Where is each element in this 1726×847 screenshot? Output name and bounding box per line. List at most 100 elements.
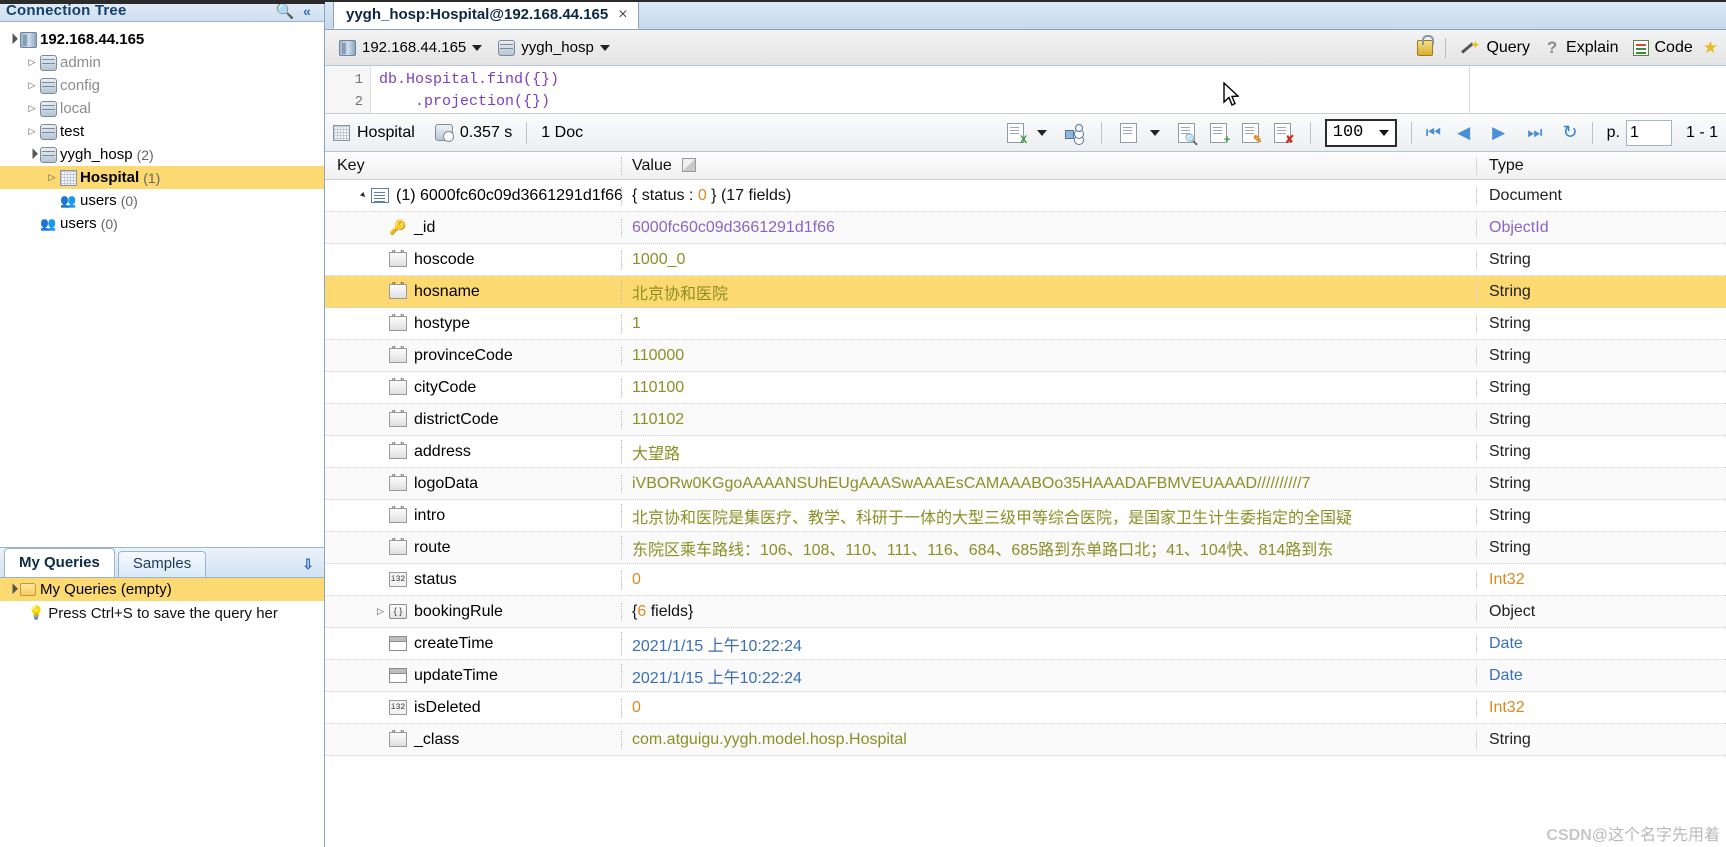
expander-icon[interactable]	[24, 103, 40, 114]
expander-icon[interactable]	[4, 584, 20, 595]
table-row[interactable]: hosname 北京协和医院String	[325, 276, 1726, 308]
database-selector[interactable]: yygh_hosp	[492, 37, 616, 58]
cell-key[interactable]: ▾ (1) 6000fc60c09d3661291d1f66	[325, 187, 623, 205]
cell-key[interactable]: hoscode	[325, 249, 621, 269]
tab-samples[interactable]: Samples	[117, 551, 207, 577]
tree-item-users[interactable]: 👥 users (0)	[0, 212, 324, 235]
code-button[interactable]: Code	[1629, 37, 1697, 59]
row-expander[interactable]: ▾	[337, 190, 371, 201]
delete-document-icon[interactable]: ✘	[1270, 120, 1296, 146]
expander-icon[interactable]	[44, 172, 60, 183]
refresh-icon[interactable]: ↻	[1563, 122, 1578, 143]
export-excel-icon[interactable]: X	[1003, 120, 1029, 146]
cell-value[interactable]: com.atguigu.yygh.model.hosp.Hospital	[621, 730, 1476, 749]
close-icon[interactable]: ×	[618, 1, 627, 29]
export-dropdown-caret[interactable]	[1036, 129, 1047, 136]
cell-value[interactable]: 1	[621, 314, 1476, 333]
cell-key[interactable]: ▷ { } bookingRule	[325, 603, 621, 621]
expander-icon[interactable]	[4, 34, 20, 45]
cell-key[interactable]: address	[325, 441, 621, 461]
tree-item-hospital[interactable]: Hospital(1)	[0, 166, 324, 189]
cell-value[interactable]: { status : 0 } (17 fields)	[621, 186, 1476, 205]
table-row[interactable]: address 大望路String	[325, 436, 1726, 468]
tree-item-local[interactable]: local	[0, 97, 324, 120]
view-dropdown-caret[interactable]	[1149, 129, 1160, 136]
tree-item-config[interactable]: config	[0, 74, 324, 97]
table-row[interactable]: logoData iVBORw0KGgoAAAANSUhEUgAAASwAAAEs…	[325, 468, 1726, 500]
view-document-icon[interactable]: 🔍	[1174, 120, 1200, 146]
chevron-down-icon[interactable]: ▾	[358, 190, 369, 201]
explain-button[interactable]: ? Explain	[1540, 37, 1622, 59]
column-header-key[interactable]: Key	[325, 157, 621, 175]
tree-item-admin[interactable]: admin	[0, 51, 324, 74]
editor-tab[interactable]: yygh_hosp:Hospital@192.168.44.165 ×	[333, 0, 639, 29]
cell-value[interactable]: 北京协和医院是集医疗、教学、科研于一体的大型三级甲等综合医院，是国家卫生计生委指…	[621, 503, 1476, 528]
cell-value[interactable]: 0	[621, 698, 1476, 717]
cell-value[interactable]: {6 fields}	[621, 602, 1476, 621]
cell-key[interactable]: logoData	[325, 473, 621, 493]
table-row[interactable]: hostype 1String	[325, 308, 1726, 340]
table-row[interactable]: i32 status 0 Int32	[325, 564, 1726, 596]
cell-key[interactable]: districtCode	[325, 409, 621, 429]
edit-document-icon[interactable]: ✎	[1238, 120, 1264, 146]
tree-item-yygh-hosp[interactable]: yygh_hosp(2)	[0, 143, 324, 166]
unlock-icon[interactable]	[1417, 34, 1435, 56]
column-header-value[interactable]: Value	[621, 156, 1476, 175]
last-page-icon[interactable]: ⏭	[1527, 123, 1542, 143]
table-row[interactable]: cityCode 110100String	[325, 372, 1726, 404]
cell-key[interactable]: 🔑 _id	[325, 219, 621, 237]
table-row[interactable]: intro 北京协和医院是集医疗、教学、科研于一体的大型三级甲等综合医院，是国家卫…	[325, 500, 1726, 532]
cell-value[interactable]: 大望路	[621, 439, 1476, 464]
cell-value[interactable]: 110100	[621, 378, 1476, 397]
tree-view-icon[interactable]	[1061, 120, 1087, 146]
expander-icon[interactable]	[24, 80, 40, 91]
cell-value[interactable]: 2021/1/15 上午10:22:24	[621, 631, 1476, 656]
cell-value[interactable]: 北京协和医院	[621, 279, 1476, 304]
table-row[interactable]: createTime 2021/1/15 上午10:22:24 Date	[325, 628, 1726, 660]
grid-body[interactable]: ▾ (1) 6000fc60c09d3661291d1f66{ status : …	[325, 180, 1726, 756]
cell-value[interactable]: 1000_0	[621, 250, 1476, 269]
table-row[interactable]: _class com.atguigu.yygh.model.hosp.Hospit…	[325, 724, 1726, 756]
table-row[interactable]: route 东院区乘车路线：106、108、110、111、116、684、685…	[325, 532, 1726, 564]
chevron-right-icon[interactable]: ▷	[377, 606, 384, 617]
table-view-icon[interactable]	[1116, 120, 1142, 146]
limit-dropdown[interactable]: 100	[1324, 118, 1397, 147]
query-button[interactable]: Query	[1458, 37, 1534, 59]
connection-tree[interactable]: 192.168.44.165 admin config local test yygh_h…	[0, 22, 324, 547]
add-document-icon[interactable]: +	[1206, 120, 1232, 146]
table-row[interactable]: i32 isDeleted 0 Int32	[325, 692, 1726, 724]
my-queries-root-item[interactable]: My Queries (empty)	[0, 578, 324, 601]
cell-value[interactable]: 东院区乘车路线：106、108、110、111、116、684、685路到东单路…	[621, 535, 1476, 560]
tab-my-queries[interactable]: My Queries	[4, 548, 115, 577]
collapse-panel-icon[interactable]: «	[296, 3, 318, 19]
expander-icon[interactable]	[24, 57, 40, 68]
prev-page-icon[interactable]: ◀	[1457, 123, 1470, 143]
cell-value[interactable]: 110000	[621, 346, 1476, 365]
chevron-down-icon[interactable]: ⇩	[302, 556, 314, 573]
page-input[interactable]	[1625, 119, 1672, 146]
tree-item-users[interactable]: 👥 users (0)	[0, 189, 324, 212]
edit-value-icon[interactable]	[682, 157, 697, 172]
tree-item-test[interactable]: test	[0, 120, 324, 143]
expander-icon[interactable]	[24, 149, 40, 160]
table-row[interactable]: ▷ { } bookingRule {6 fields} Object	[325, 596, 1726, 628]
cell-value[interactable]: 0	[621, 570, 1476, 589]
table-row[interactable]: 🔑 _id 6000fc60c09d3661291d1f66 ObjectId	[325, 212, 1726, 244]
first-page-icon[interactable]: ⏮	[1426, 123, 1441, 143]
chevron-down-icon[interactable]	[599, 44, 610, 51]
cell-key[interactable]: _class	[325, 729, 621, 749]
table-row[interactable]: districtCode 110102String	[325, 404, 1726, 436]
cell-key[interactable]: i32 isDeleted	[325, 699, 621, 717]
cell-value[interactable]: 6000fc60c09d3661291d1f66	[621, 218, 1476, 237]
cell-key[interactable]: cityCode	[325, 377, 621, 397]
expander-icon[interactable]	[24, 126, 40, 137]
result-grid[interactable]: Key Value Type ▾ (1) 6000fc60c09d3661291d…	[325, 152, 1726, 847]
search-icon[interactable]: 🔍	[274, 2, 296, 20]
table-row[interactable]: updateTime 2021/1/15 上午10:22:24 Date	[325, 660, 1726, 692]
query-editor[interactable]: 1 2 db.Hospital.find({}) .projection({})	[325, 66, 1726, 114]
cell-key[interactable]: updateTime	[325, 667, 621, 685]
tree-item-192-168-44-165[interactable]: 192.168.44.165	[0, 28, 324, 51]
row-expander[interactable]: ▷	[337, 606, 389, 617]
cell-key[interactable]: provinceCode	[325, 345, 621, 365]
server-selector[interactable]: 192.168.44.165	[333, 37, 488, 58]
